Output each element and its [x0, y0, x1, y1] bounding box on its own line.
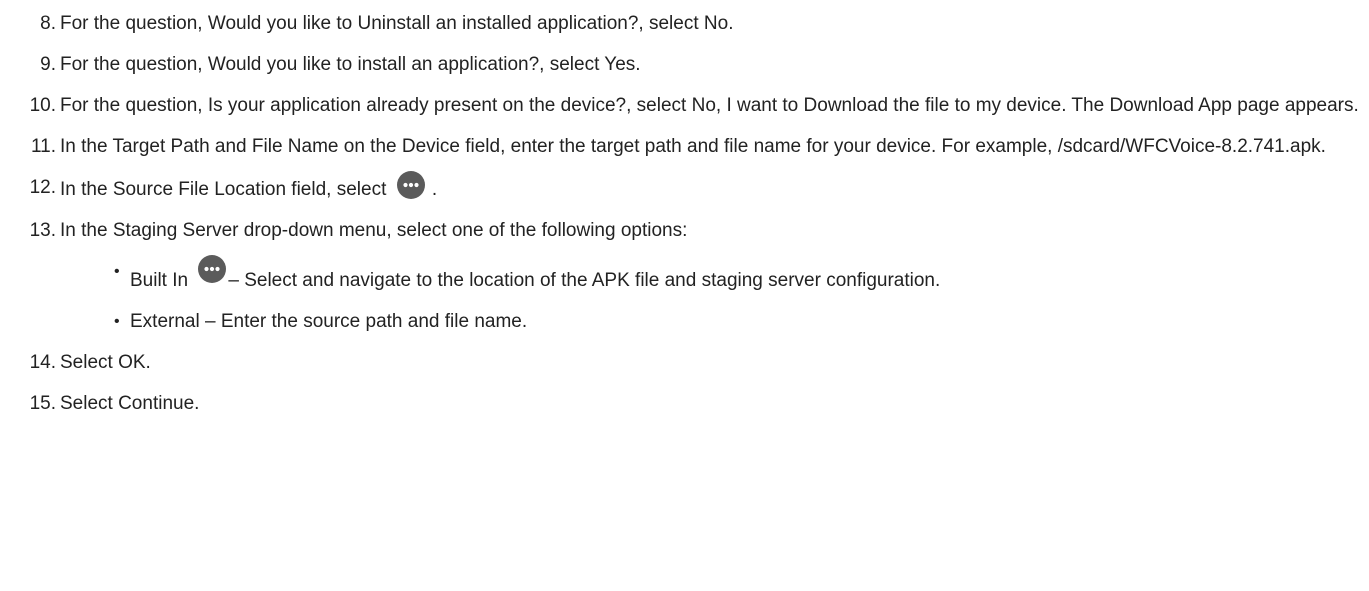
option-text-after: – Select and navigate to the location of… — [228, 270, 941, 291]
staging-server-options: • Built In – Select and navigate to the … — [60, 254, 1359, 340]
step-number: 10. — [29, 95, 56, 116]
step-text: Select OK. — [60, 352, 151, 373]
procedure-steps: 8. For the question, Would you like to U… — [0, 6, 1369, 422]
step-10: 10. For the question, Is your applicatio… — [0, 88, 1369, 124]
step-13: 13. In the Staging Server drop-down menu… — [0, 213, 1369, 340]
option-text: External – Enter the source path and fil… — [130, 311, 528, 332]
step-12: 12. In the Source File Location field, s… — [0, 170, 1369, 208]
option-text-before: Built In — [130, 270, 189, 291]
step-15: 15. Select Continue. — [0, 386, 1369, 422]
step-text-after: . — [431, 179, 438, 200]
step-number: 15. — [29, 393, 56, 414]
step-number: 8. — [40, 13, 56, 34]
step-text: Select Continue. — [60, 393, 200, 414]
document-page: 8. For the question, Would you like to U… — [0, 0, 1369, 591]
step-11: 11. In the Target Path and File Name on … — [0, 129, 1369, 165]
option-built-in: • Built In – Select and navigate to the … — [60, 254, 1359, 299]
step-8: 8. For the question, Would you like to U… — [0, 6, 1369, 42]
step-text: For the question, Is your application al… — [60, 95, 1359, 116]
step-number: 12. — [29, 177, 56, 198]
step-number: 13. — [29, 220, 56, 241]
step-text-before: In the Source File Location field, selec… — [60, 179, 387, 200]
bullet: • — [114, 263, 120, 280]
more-options-icon — [198, 255, 227, 283]
step-number: 9. — [40, 54, 56, 75]
step-14: 14. Select OK. — [0, 345, 1369, 381]
step-number: 11. — [30, 136, 56, 157]
more-options-icon — [396, 171, 425, 199]
step-text: For the question, Would you like to inst… — [60, 54, 641, 75]
step-text: For the question, Would you like to Unin… — [60, 13, 734, 34]
step-text: In the Staging Server drop-down menu, se… — [60, 220, 688, 241]
bullet: • — [114, 313, 120, 330]
step-number: 14. — [29, 352, 56, 373]
step-text: In the Target Path and File Name on the … — [60, 136, 1326, 157]
step-9: 9. For the question, Would you like to i… — [0, 47, 1369, 83]
option-external: • External – Enter the source path and f… — [60, 304, 1359, 340]
